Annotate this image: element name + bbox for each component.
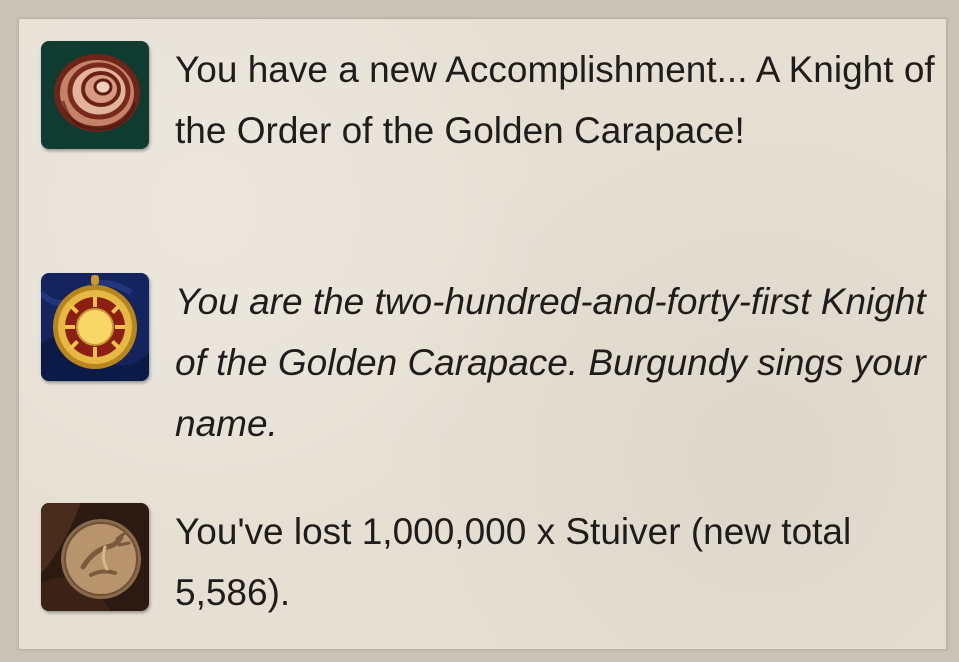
golden-sun-medal-icon bbox=[41, 273, 149, 381]
message-accomplishment: You have a new Accomplishment... A Knigh… bbox=[41, 41, 935, 161]
message-text: You have a new Accomplishment... A Knigh… bbox=[175, 49, 935, 151]
snail-shell-icon bbox=[41, 41, 149, 149]
stuiver-coin-icon bbox=[41, 503, 149, 611]
message-currency-change: You've lost 1,000,000 x Stuiver (new tot… bbox=[41, 503, 935, 623]
message-knight-rank: You are the two-hundred-and-forty-first … bbox=[41, 273, 935, 454]
message-text: You've lost 1,000,000 x Stuiver (new tot… bbox=[175, 511, 852, 613]
message-text: You are the two-hundred-and-forty-first … bbox=[175, 281, 926, 444]
message-panel: You have a new Accomplishment... A Knigh… bbox=[18, 18, 947, 650]
